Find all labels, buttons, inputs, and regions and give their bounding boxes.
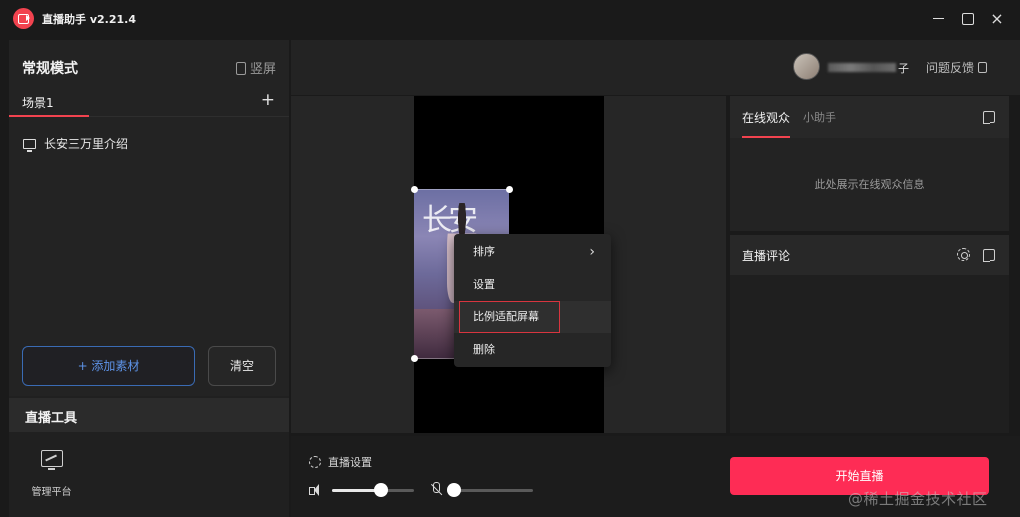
portrait-toggle[interactable]: 竖屏 <box>235 58 276 77</box>
mic-muted-icon[interactable] <box>431 482 441 498</box>
avatar[interactable] <box>793 53 820 80</box>
left-panel: 常规模式 竖屏 场景1 + 长安三万里介绍 + 添加素材 清空 直播工具 管理平… <box>9 40 289 517</box>
scene-panel: 常规模式 竖屏 场景1 + 长安三万里介绍 + 添加素材 清空 <box>9 40 289 396</box>
add-scene-button[interactable]: + <box>261 90 275 110</box>
gear-icon[interactable] <box>957 248 970 261</box>
tab-assistant[interactable]: 小助手 <box>803 109 836 125</box>
menu-item-settings[interactable]: 设置 <box>454 269 611 301</box>
dashboard-icon <box>40 450 63 470</box>
watermark: @稀土掘金技术社区 <box>848 490 988 508</box>
menu-item-sort[interactable]: 排序 › <box>454 236 611 268</box>
resize-handle-top-left[interactable] <box>411 186 418 193</box>
volume-slider[interactable] <box>332 483 414 497</box>
blurred-username <box>828 63 896 72</box>
resize-handle-top-right[interactable] <box>506 186 513 193</box>
live-tools-header: 直播工具 <box>9 398 289 432</box>
live-tools-title: 直播工具 <box>25 411 78 426</box>
user-name[interactable]: 子 <box>828 60 909 76</box>
material-item-label: 长安三万里介绍 <box>44 137 129 151</box>
material-item[interactable]: 长安三万里介绍 <box>23 135 128 152</box>
document-icon <box>978 62 988 73</box>
add-material-button[interactable]: + 添加素材 <box>22 346 195 386</box>
close-button[interactable]: × <box>986 8 1008 30</box>
feedback-label: 问题反馈 <box>926 61 975 75</box>
comments-title: 直播评论 <box>742 249 791 263</box>
menu-item-sort-label: 排序 <box>473 245 495 258</box>
live-settings-label: 直播设置 <box>328 456 372 469</box>
live-assistant-window: 直播助手 v2.21.4 × 常规模式 竖屏 场景1 + 长安三万里介绍 + 添… <box>0 0 1020 517</box>
mic-slider-thumb[interactable] <box>447 483 461 497</box>
app-logo-icon <box>13 8 34 29</box>
menu-item-delete[interactable]: 删除 <box>454 334 611 366</box>
top-header: 子 问题反馈 <box>291 40 1020 95</box>
volume-slider-thumb[interactable] <box>374 483 388 497</box>
minimize-button[interactable] <box>928 8 950 30</box>
portrait-toggle-label: 竖屏 <box>249 62 276 77</box>
user-name-suffix: 子 <box>898 62 909 75</box>
comments-header: 直播评论 <box>730 235 1009 275</box>
audience-panel: 在线观众 小助手 此处展示在线观众信息 <box>730 96 1009 231</box>
context-menu: 排序 › 设置 比例适配屏幕 删除 <box>454 234 611 367</box>
app-title: 直播助手 v2.21.4 <box>42 13 136 26</box>
management-platform-label: 管理平台 <box>31 487 72 498</box>
resize-handle-bottom-left[interactable] <box>411 355 418 362</box>
audience-empty-text: 此处展示在线观众信息 <box>814 178 925 191</box>
clear-button[interactable]: 清空 <box>208 346 276 386</box>
maximize-button[interactable] <box>956 8 978 30</box>
popout-icon[interactable] <box>983 111 995 124</box>
mic-slider[interactable] <box>447 483 533 497</box>
audience-tabs: 在线观众 小助手 <box>730 96 1009 138</box>
audience-tab-indicator <box>742 136 790 138</box>
selection-border-top <box>414 189 510 190</box>
management-platform-button[interactable]: 管理平台 <box>29 450 74 498</box>
highlight-box <box>459 301 560 333</box>
speaker-icon[interactable] <box>309 483 324 497</box>
scene-tab-indicator <box>9 115 89 117</box>
menu-item-delete-label: 删除 <box>473 343 495 356</box>
portrait-icon <box>235 62 246 75</box>
gear-icon <box>309 456 321 468</box>
monitor-icon <box>23 139 36 152</box>
chevron-right-icon: › <box>589 244 595 260</box>
tab-scene-1[interactable]: 场景1 <box>22 94 54 111</box>
live-settings-button[interactable]: 直播设置 <box>309 454 372 470</box>
mode-title: 常规模式 <box>22 61 78 77</box>
tab-online-audience[interactable]: 在线观众 <box>742 109 790 126</box>
feedback-button[interactable]: 问题反馈 <box>926 59 988 76</box>
comments-panel: 直播评论 <box>730 235 1009 433</box>
title-bar: 直播助手 v2.21.4 × <box>0 0 1020 38</box>
popout-icon[interactable] <box>983 249 995 262</box>
menu-item-settings-label: 设置 <box>473 278 495 291</box>
